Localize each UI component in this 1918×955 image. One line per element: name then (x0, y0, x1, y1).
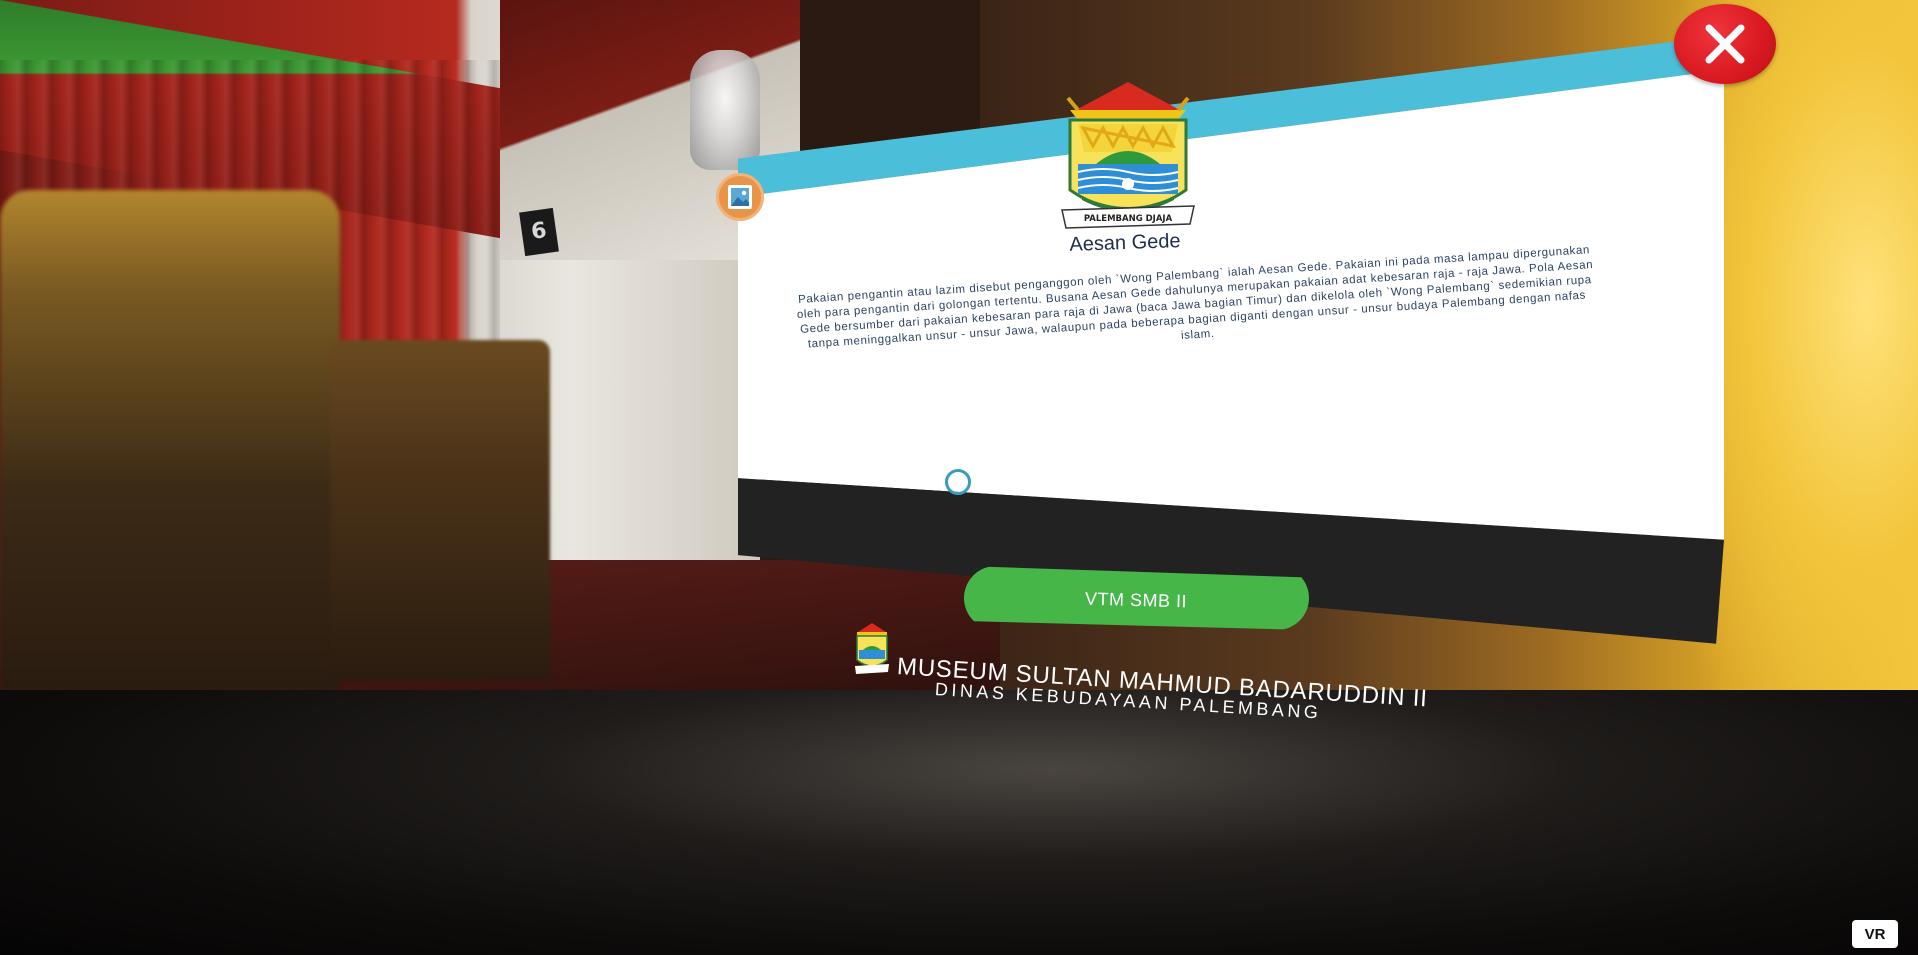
close-button[interactable] (1674, 4, 1776, 84)
background-room-sign: 6 (519, 207, 559, 257)
panorama-scene[interactable]: 6 PALEMBANG DJAJA Aesan Gede Pakaian pen (0, 0, 1918, 955)
background-throne-bed (0, 190, 340, 690)
gallery-button[interactable] (716, 173, 764, 221)
close-icon (1705, 24, 1745, 64)
emblem-ribbon-text: PALEMBANG DJAJA (1084, 214, 1173, 224)
background-cabinet (330, 340, 550, 680)
panel-title: Aesan Gede (1069, 230, 1181, 256)
image-icon (728, 185, 752, 209)
footer-emblem-icon (855, 623, 889, 674)
vtm-button-label: VTM SMB II (1085, 588, 1188, 611)
gaze-cursor (945, 469, 971, 495)
vr-mode-button[interactable]: VR (1852, 920, 1898, 948)
palembang-emblem-icon: PALEMBANG DJAJA (1061, 82, 1195, 229)
